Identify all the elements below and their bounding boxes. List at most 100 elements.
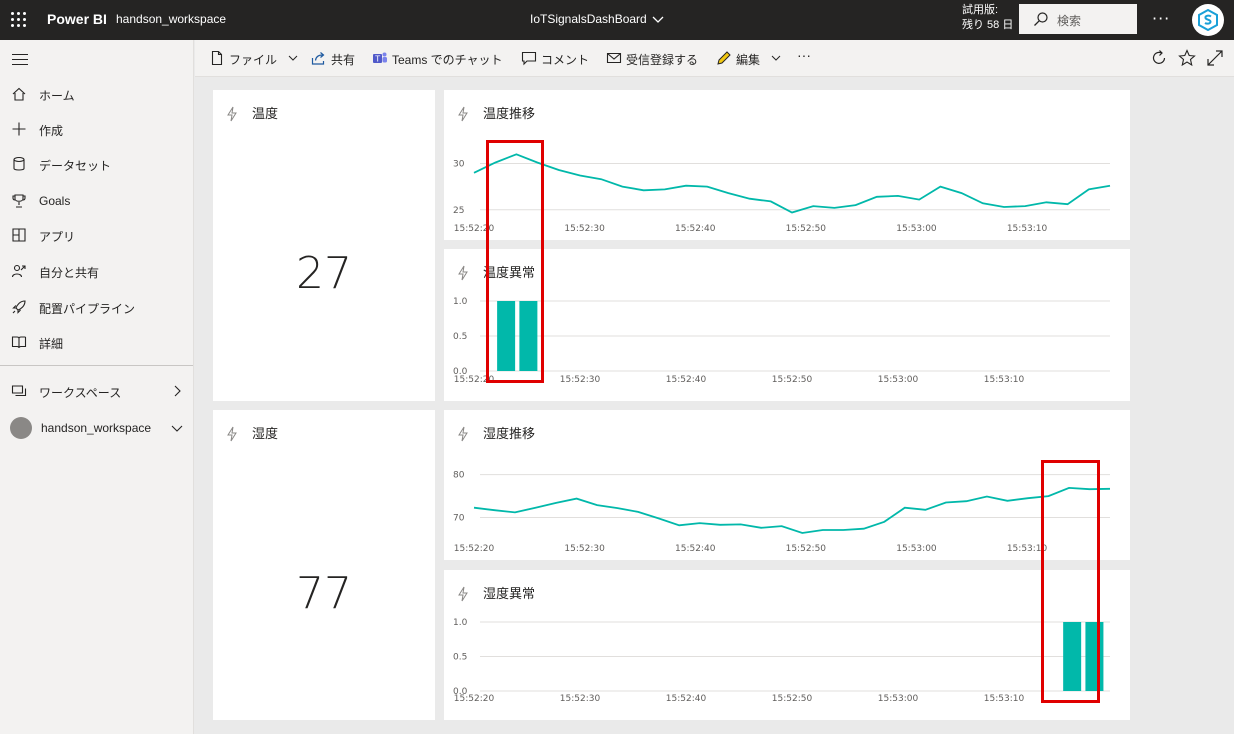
y-tick-label: 70: [453, 514, 465, 524]
teams-chat-button[interactable]: T Teams でのチャット: [372, 50, 510, 68]
hamburger-menu-icon[interactable]: [12, 54, 28, 66]
temperature-line-chart: 253015:52:20 15:52:30 15:52:40 15:52:50 15:5…: [453, 153, 1111, 234]
teams-icon: T: [373, 52, 387, 64]
refresh-icon[interactable]: [1150, 49, 1168, 67]
dashboard-title[interactable]: IoTSignalsDashBoard: [530, 12, 647, 26]
workspace-breadcrumb[interactable]: handson_workspace: [116, 12, 226, 26]
top-bar: Power BI handson_workspace IoTSignalsDas…: [0, 0, 1234, 40]
nav-item-pipelines[interactable]: 配置パイプライン: [0, 290, 193, 324]
nav-item-goals[interactable]: Goals: [0, 184, 193, 218]
more-options-icon[interactable]: ···: [1152, 9, 1170, 28]
nav-item-apps[interactable]: アプリ: [0, 218, 193, 252]
nav-item-label: ワークスペース: [39, 386, 122, 400]
humidity-trend-tile[interactable]: 湿度推移 70 80 15:52:20 15:52:30 15:52:40 15:52:5…: [444, 410, 1130, 560]
lightning-icon: [227, 106, 237, 122]
tile-title: 温度: [252, 107, 279, 122]
x-tick-label: 15:52:50: [786, 224, 827, 234]
edit-menu-button[interactable]: 編集: [716, 50, 784, 68]
highlight-box-humidity: [1041, 460, 1100, 703]
humidity-card-tile[interactable]: 湿度 77: [213, 410, 435, 720]
nav-item-home[interactable]: ホーム: [0, 77, 193, 111]
x-tick-label: 15:53:00: [878, 694, 919, 704]
file-label: ファイル: [229, 53, 278, 67]
rocket-icon: [12, 300, 26, 314]
humidity-value: 77: [296, 568, 352, 619]
x-tick-label: 15:52:40: [675, 544, 716, 554]
comment-label: コメント: [541, 53, 590, 67]
x-tick-label: 15:53:10: [984, 375, 1025, 385]
x-tick-label: 15:53:10: [984, 694, 1025, 704]
database-icon: [13, 156, 25, 171]
y-tick-label: 1.0: [453, 297, 468, 307]
nav-divider: [0, 365, 193, 366]
y-tick-label: 0.5: [453, 332, 467, 342]
subscribe-button[interactable]: 受信登録する: [606, 50, 706, 68]
x-tick-label: 15:52:20: [454, 694, 495, 704]
action-bar: ファイル 共有 T Teams でのチャット コメント 受信登録する 編集 ··…: [195, 40, 1234, 77]
nav-item-current-workspace[interactable]: handson_workspace: [0, 411, 193, 445]
nav-item-label: 配置パイプライン: [39, 302, 136, 316]
nav-item-shared[interactable]: 自分と共有: [0, 254, 193, 288]
chevron-down-icon: [288, 55, 298, 61]
chevron-down-icon[interactable]: [170, 421, 184, 435]
chevron-down-icon[interactable]: [650, 11, 666, 27]
account-logo-icon: [1198, 9, 1218, 31]
temperature-value: 27: [296, 248, 352, 299]
nav-item-datasets[interactable]: データセット: [0, 147, 193, 181]
nav-item-learn[interactable]: 詳細: [0, 325, 193, 359]
tile-title: 湿度: [252, 427, 279, 442]
nav-item-label: 自分と共有: [39, 266, 100, 280]
humidity-line-chart: 70 80 15:52:20 15:52:30 15:52:40 15:52:50 15:5…: [453, 471, 1111, 554]
x-tick-label: 15:53:00: [878, 375, 919, 385]
teams-label: Teams でのチャット: [392, 53, 503, 67]
favorite-star-icon[interactable]: [1178, 49, 1196, 67]
search-input[interactable]: 検索: [1019, 4, 1137, 34]
x-tick-label: 15:53:10: [1007, 224, 1048, 234]
x-tick-label: 15:52:30: [560, 694, 601, 704]
share-button[interactable]: 共有: [311, 50, 361, 68]
plus-icon: [12, 122, 26, 136]
workspaces-icon: [11, 385, 27, 397]
more-actions-icon[interactable]: ···: [797, 47, 817, 65]
brand-label[interactable]: Power BI: [47, 11, 107, 27]
temperature-trend-tile[interactable]: 温度推移 25 30 15:52:20 15:52:30 15:52:40 15:52:5…: [444, 90, 1130, 240]
apps-icon: [12, 228, 26, 242]
series-line: [473, 486, 1111, 534]
x-tick-label: 15:52:30: [560, 375, 601, 385]
chevron-right-icon[interactable]: [170, 384, 184, 398]
highlight-box-temperature: [486, 140, 544, 383]
nav-item-label: Goals: [39, 194, 71, 208]
nav-item-label: アプリ: [39, 230, 76, 244]
edit-label: 編集: [736, 53, 761, 67]
nav-item-create[interactable]: 作成: [0, 112, 193, 146]
account-avatar[interactable]: [1192, 4, 1224, 36]
temperature-anomaly-bar-chart: 0.00.51.015:52:20 15:52:30 15:52:40 15:52:5…: [453, 297, 1110, 385]
x-tick-label: 15:53:00: [896, 544, 937, 554]
file-menu-button[interactable]: ファイル: [209, 50, 299, 68]
comment-button[interactable]: コメント: [521, 50, 596, 68]
x-tick-label: 15:52:40: [675, 224, 716, 234]
nav-item-label: ホーム: [39, 89, 75, 103]
x-tick-label: 15:52:50: [786, 544, 827, 554]
nav-item-workspaces[interactable]: ワークスペース: [0, 374, 193, 408]
y-tick-label: 0.5: [453, 653, 467, 663]
temperature-card-tile[interactable]: 温度 27: [213, 90, 435, 401]
humidity-anomaly-tile[interactable]: 湿度異常 0.0 0.5 1.0 15:52:20 15:52:30 15:52:40 15…: [444, 570, 1130, 720]
trophy-icon: [12, 194, 26, 208]
y-tick-label: 80: [453, 471, 465, 481]
fullscreen-icon[interactable]: [1206, 49, 1224, 67]
shared-icon: [11, 264, 26, 278]
app-launcher-icon[interactable]: [11, 12, 27, 28]
workspace-avatar: [10, 417, 32, 439]
subscribe-label: 受信登録する: [626, 53, 699, 67]
nav-item-label: 詳細: [39, 337, 64, 351]
y-tick-label: 25: [453, 206, 464, 216]
svg-text:T: T: [374, 55, 380, 64]
temperature-anomaly-tile[interactable]: 温度異常 0.0 0.5 1.0 15:52:20 15:52:30 15:52:40 15…: [444, 249, 1130, 401]
x-tick-label: 15:52:50: [772, 375, 813, 385]
x-tick-label: 15:52:30: [564, 544, 605, 554]
y-tick-label: 1.0: [453, 618, 468, 628]
trial-days: 残り 58 日: [962, 19, 1014, 31]
pencil-icon: [717, 51, 731, 65]
trial-status[interactable]: 試用版: 残り 58 日: [962, 3, 1013, 33]
